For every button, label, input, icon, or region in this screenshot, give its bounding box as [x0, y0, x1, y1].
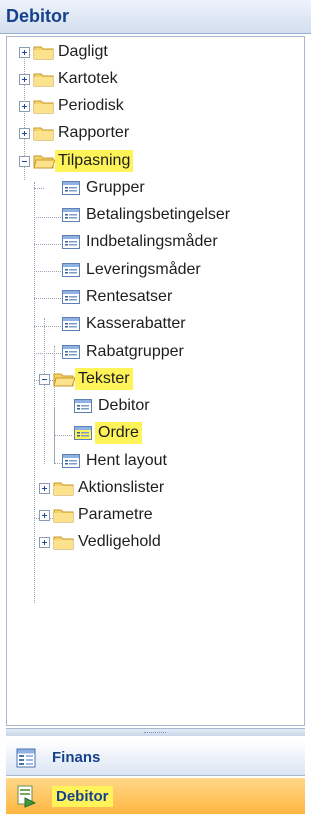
minus-icon[interactable]: [39, 373, 50, 385]
folder-icon: [33, 70, 55, 88]
panel-header: Debitor: [0, 0, 311, 34]
tree-node-label: Tilpasning: [55, 150, 134, 172]
folder-icon: [33, 97, 55, 115]
folder-icon: [33, 43, 55, 61]
tree-line: [34, 188, 44, 189]
ledger-icon: [14, 746, 38, 770]
plus-icon[interactable]: [19, 46, 30, 58]
tree-node-indbetalingsmaader[interactable]: Indbetalingsmåder: [61, 229, 221, 255]
customer-document-icon: [14, 784, 38, 808]
plus-icon[interactable]: [39, 536, 50, 548]
tree-node-label: Indbetalingsmåder: [86, 233, 218, 250]
tree-node-label: Rabatgrupper: [86, 343, 184, 360]
form-icon: [61, 179, 81, 197]
tree-node-rentesatser[interactable]: Rentesatser: [61, 284, 175, 310]
tree-node-betalingsbetingelser[interactable]: Betalingsbetingelser: [61, 202, 233, 228]
tree-node-periodisk[interactable]: Periodisk: [19, 93, 127, 119]
tree-node-label: Aktionslister: [78, 479, 165, 496]
tree-line: [34, 217, 61, 218]
tree-node-label: Dagligt: [58, 43, 108, 60]
tree-node-kasserabatter[interactable]: Kasserabatter: [61, 311, 189, 337]
tree-node-label: Vedligehold: [78, 533, 161, 550]
tree-node-label: Ordre: [95, 422, 142, 444]
pane-splitter[interactable]: [6, 728, 305, 736]
nav-button-label: Finans: [52, 749, 101, 766]
plus-icon[interactable]: [19, 127, 30, 139]
tree-node-vedligehold[interactable]: Vedligehold: [39, 529, 164, 555]
form-icon: [61, 233, 81, 251]
tree-node-label: Rentesatser: [86, 288, 173, 305]
tree-node-grupper[interactable]: Grupper: [61, 175, 148, 201]
panel-title: Debitor: [6, 6, 69, 26]
tree-line: [34, 298, 61, 299]
tree-node-label: Tekster: [75, 368, 133, 390]
tree-node-tilpasning[interactable]: Tilpasning: [19, 148, 134, 174]
tree-node-label: Grupper: [86, 179, 145, 196]
tree-node-dagligt[interactable]: Dagligt: [19, 39, 111, 65]
tree-line: [34, 182, 35, 518]
form-icon: [61, 452, 81, 470]
tree-node-aktionslister[interactable]: Aktionslister: [39, 475, 167, 501]
tree-node-tekster-debitor[interactable]: Debitor: [73, 393, 153, 419]
tree-node-rabatgrupper[interactable]: Rabatgrupper: [61, 339, 187, 365]
folder-icon: [53, 479, 75, 497]
nav-button-debitor[interactable]: Debitor: [6, 778, 305, 814]
tree-line: [34, 271, 61, 272]
tree-node-label: Kasserabatter: [86, 315, 186, 332]
nav-button-label: Debitor: [52, 785, 113, 807]
tree-node-rapporter[interactable]: Rapporter: [19, 120, 132, 146]
tree-node-leveringsmaader[interactable]: Leveringsmåder: [61, 257, 204, 283]
form-icon: [61, 261, 81, 279]
form-icon: [61, 288, 81, 306]
tree-node-label: Rapporter: [58, 124, 130, 141]
form-icon: [73, 424, 93, 442]
nav-button-finans[interactable]: Finans: [6, 740, 305, 776]
folder-open-icon: [33, 152, 55, 170]
tree-node-label: Periodisk: [58, 97, 124, 114]
tree-node-tekster-ordre[interactable]: Ordre: [73, 420, 142, 446]
tree-node-label: Betalingsbetingelser: [86, 206, 231, 223]
folder-icon: [53, 533, 75, 551]
form-icon: [61, 315, 81, 333]
tree-line: [34, 353, 61, 354]
form-icon: [61, 206, 81, 224]
navigation-tree: Dagligt Kartotek Periodisk Rapporter Til…: [6, 36, 305, 726]
tree-node-kartotek[interactable]: Kartotek: [19, 66, 121, 92]
tree-line: [34, 326, 61, 327]
folder-open-icon: [53, 370, 75, 388]
tree-node-tekster[interactable]: Tekster: [39, 366, 133, 392]
tree-node-parametre[interactable]: Parametre: [39, 502, 156, 528]
tree-line: [34, 244, 61, 245]
tree-node-label: Debitor: [98, 397, 150, 414]
tree-node-label: Hent layout: [86, 452, 167, 469]
folder-icon: [53, 506, 75, 524]
plus-icon[interactable]: [39, 482, 50, 494]
tree-node-label: Leveringsmåder: [86, 261, 201, 278]
tree-line: [54, 435, 72, 436]
tree-line: [34, 520, 35, 603]
plus-icon[interactable]: [19, 73, 30, 85]
plus-icon[interactable]: [19, 100, 30, 112]
folder-icon: [33, 124, 55, 142]
splitter-grip[interactable]: [144, 732, 166, 734]
minus-icon[interactable]: [19, 155, 30, 167]
tree-node-label: Kartotek: [58, 70, 118, 87]
form-icon: [61, 343, 81, 361]
form-icon: [73, 397, 93, 415]
tree-node-label: Parametre: [78, 506, 153, 523]
plus-icon[interactable]: [39, 509, 50, 521]
tree-node-hent-layout[interactable]: Hent layout: [61, 448, 170, 474]
